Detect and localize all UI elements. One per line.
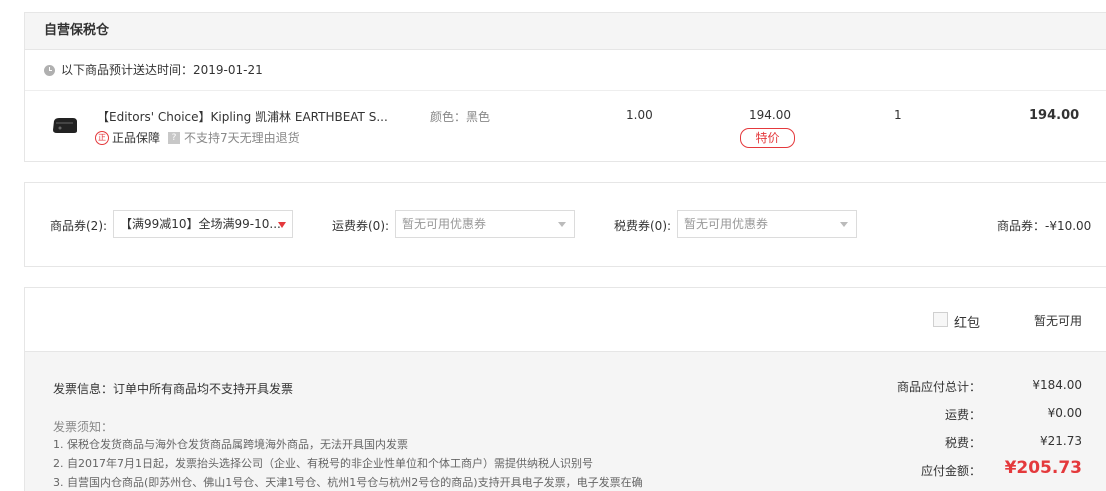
chevron-down-icon <box>840 222 848 227</box>
delivery-eta: 以下商品预计送达时间：2019-01-21 <box>25 50 1106 91</box>
shipping-coupon-select[interactable]: 暂无可用优惠券 <box>395 210 575 238</box>
payable-amount: ¥205.73 <box>1004 458 1082 478</box>
invoice-info: 发票信息：订单中所有商品均不支持开具发票 <box>53 382 294 396</box>
invoice-notice-line: 1. 保税仓发货商品与海外仓发货商品属跨境海外商品，无法开具国内发票 <box>53 438 408 451</box>
product-tax-rate: 1.00 <box>626 108 653 122</box>
tax-coupon-select[interactable]: 暂无可用优惠券 <box>677 210 857 238</box>
order-item-row: 【Editors' Choice】Kipling 凯浦林 EARTHBEAT S… <box>25 91 1106 163</box>
product-service-tags: 正 正品保障 ? 不支持7天无理由退货 <box>95 129 300 146</box>
product-subtotal: 194.00 <box>1029 108 1080 123</box>
goods-total-label: 商品应付总计： <box>896 380 981 394</box>
summary-panel: 红包 暂无可用 发票信息：订单中所有商品均不支持开具发票 发票须知： 1. 保税… <box>24 287 1106 491</box>
authentic-guarantee-icon: 正 <box>95 130 109 145</box>
chevron-down-icon <box>278 222 286 228</box>
product-color: 颜色：黑色 <box>430 110 491 124</box>
question-icon[interactable]: ? <box>168 131 181 144</box>
red-packet-checkbox[interactable] <box>933 312 948 327</box>
delivery-eta-text: 以下商品预计送达时间：2019-01-21 <box>61 63 263 77</box>
tax-coupon-label: 税费券(0): <box>614 219 672 233</box>
warehouse-panel: 自营保税仓 以下商品预计送达时间：2019-01-21 【Editors' Ch… <box>24 12 1106 162</box>
tax-fee-label: 税费： <box>944 436 981 450</box>
product-thumbnail[interactable] <box>51 115 79 135</box>
return-policy-text: 不支持7天无理由退货 <box>184 131 300 145</box>
invoice-and-totals: 发票信息：订单中所有商品均不支持开具发票 发票须知： 1. 保税仓发货商品与海外… <box>25 352 1106 491</box>
chevron-down-icon <box>558 222 566 227</box>
red-packet-label[interactable]: 红包 <box>954 312 980 331</box>
invoice-notice-title: 发票须知： <box>53 420 114 434</box>
product-coupon-label: 商品券(2): <box>50 219 108 233</box>
warehouse-title: 自营保税仓 <box>25 13 1106 50</box>
product-quantity: 1 <box>894 108 902 122</box>
product-coupon-selected: 【满99减10】全场满99-10... <box>120 217 281 231</box>
product-name-link[interactable]: 【Editors' Choice】Kipling 凯浦林 EARTHBEAT S… <box>97 108 388 125</box>
invoice-notice-line: 2. 自2017年7月1日起，发票抬头选择公司（企业、有税号的非企业性单位和个体… <box>53 457 593 470</box>
goods-total-value: ¥184.00 <box>1032 378 1082 392</box>
shipping-fee-label: 运费： <box>944 408 981 422</box>
shipping-fee-value: ¥0.00 <box>1047 406 1082 420</box>
product-coupon-select[interactable]: 【满99减10】全场满99-10... <box>113 210 293 238</box>
red-packet-row: 红包 暂无可用 <box>25 288 1106 352</box>
tax-fee-value: ¥21.73 <box>1040 434 1082 448</box>
shipping-coupon-label: 运费券(0): <box>332 219 390 233</box>
authentic-guarantee-text: 正品保障 <box>112 131 161 145</box>
coupon-discount-total: 商品券：-¥10.00 <box>997 219 1092 233</box>
invoice-notice-line: 3. 自营国内仓商品(即苏州仓、佛山1号仓、天津1号仓、杭州1号仓与杭州2号仓的… <box>53 476 643 489</box>
payable-label: 应付金额： <box>920 464 981 478</box>
special-price-badge: 特价 <box>740 128 795 148</box>
clock-icon <box>44 64 55 76</box>
red-packet-status: 暂无可用 <box>1034 314 1083 328</box>
coupon-panel: 商品券(2): 【满99减10】全场满99-10... 运费券(0): 暂无可用… <box>24 182 1106 267</box>
shipping-coupon-placeholder: 暂无可用优惠券 <box>402 217 487 231</box>
product-price: 194.00 <box>749 108 791 122</box>
tax-coupon-placeholder: 暂无可用优惠券 <box>684 217 769 231</box>
